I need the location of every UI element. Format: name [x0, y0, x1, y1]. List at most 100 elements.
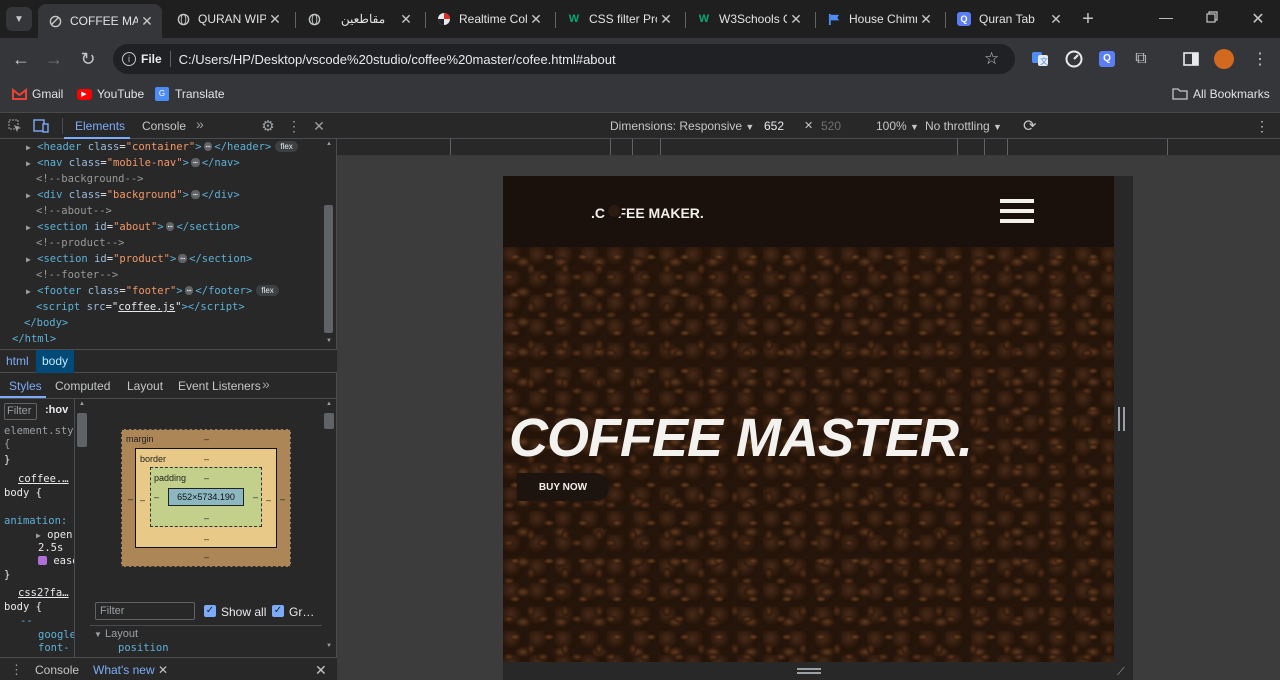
styles-filter-input[interactable]: Filter: [4, 403, 37, 420]
translate-extension-icon[interactable]: 文: [1030, 49, 1050, 69]
inspect-element-icon[interactable]: [7, 118, 23, 134]
tab-w3schools[interactable]: W W3Schools Online ✕: [687, 5, 811, 33]
menu-kebab-icon[interactable]: ⋮: [1250, 49, 1270, 69]
restore-button[interactable]: [1206, 11, 1218, 23]
star-icon[interactable]: ☆: [984, 49, 999, 69]
flex-badge[interactable]: flex: [275, 141, 298, 152]
address-bar[interactable]: i File C:/Users/HP/Desktop/vscode%20stud…: [113, 44, 1015, 74]
box-model-padding[interactable]: padding – – – – 652×5734.190: [150, 467, 262, 527]
close-tab-icon[interactable]: ✕: [1047, 11, 1065, 28]
drawer-tab-whats-new[interactable]: What's new ✕: [93, 663, 168, 677]
show-all-checkbox[interactable]: ✓: [204, 605, 216, 617]
close-icon[interactable]: ✕: [158, 663, 168, 677]
dom-node[interactable]: ▶ <footer class="footer"> ⋯ </footer> flex: [26, 283, 279, 299]
close-tab-icon[interactable]: ✕: [917, 11, 935, 28]
close-devtools-icon[interactable]: ✕: [311, 118, 327, 134]
box-model-margin[interactable]: margin – – – – border – – – – padding – …: [121, 429, 291, 567]
width-input[interactable]: 652: [764, 119, 784, 133]
bookmark-translate[interactable]: G Translate: [154, 87, 225, 101]
settings-gear-icon[interactable]: ⚙: [260, 118, 276, 135]
resize-handle-bottom[interactable]: [797, 668, 821, 674]
close-tab-icon[interactable]: ✕: [138, 13, 156, 30]
tab-quran-wip[interactable]: QURAN WIP ✕: [166, 5, 290, 33]
scroll-thumb[interactable]: [324, 413, 334, 429]
computed-property[interactable]: position: [118, 642, 169, 654]
style-property[interactable]: google: [38, 629, 74, 641]
devtools-menu-icon[interactable]: ⋮: [286, 118, 302, 134]
border-right-value[interactable]: –: [266, 495, 271, 505]
dom-node[interactable]: ▶ <div class="background"> ⋯ </div>: [26, 187, 240, 203]
url-text[interactable]: C:/Users/HP/Desktop/vscode%20studio/coff…: [179, 52, 616, 67]
tab-layout[interactable]: Layout: [127, 379, 163, 393]
drawer-menu-icon[interactable]: ⋮: [10, 662, 23, 678]
tab-elements[interactable]: Elements: [75, 119, 125, 133]
style-property[interactable]: animation:: [4, 515, 67, 527]
style-value[interactable]: 2.5s: [38, 542, 63, 554]
drawer-tab-console[interactable]: Console: [35, 663, 79, 677]
bookmark-gmail[interactable]: Gmail: [11, 87, 63, 101]
extensions-icon[interactable]: ⧉: [1131, 49, 1151, 69]
tab-house-chimney[interactable]: House Chimney ✕: [817, 5, 941, 33]
tab-console[interactable]: Console: [142, 119, 186, 133]
tab-styles[interactable]: Styles: [9, 379, 42, 393]
tab-css-filter[interactable]: W CSS filter Property ✕: [557, 5, 681, 33]
group-checkbox[interactable]: ✓: [272, 605, 284, 617]
more-tabs-icon[interactable]: »: [196, 116, 204, 132]
reload-button[interactable]: ↻: [75, 46, 101, 72]
rotate-icon[interactable]: ⟳: [1023, 116, 1036, 136]
tab-quran-tab[interactable]: Q Quran Tab ✕: [947, 5, 1071, 33]
margin-bottom-value[interactable]: –: [204, 552, 209, 562]
computed-scrollbar[interactable]: ▲ ▼: [322, 399, 336, 657]
tab-coffee-maker[interactable]: COFFEE MAKER ✕: [38, 4, 162, 38]
dom-scrollbar[interactable]: ▲ ▼: [322, 139, 335, 347]
dom-comment[interactable]: <!--footer-->: [36, 267, 118, 283]
resize-handle-right[interactable]: [1118, 407, 1125, 431]
dom-node[interactable]: ▶ <header class="container"> ⋯ </header> fl…: [26, 139, 298, 155]
device-toolbar-icon[interactable]: [33, 118, 49, 134]
throttling-dropdown[interactable]: No throttling ▼: [925, 119, 1002, 133]
style-source-link[interactable]: css2?fa…: [18, 587, 69, 599]
more-tabs-icon[interactable]: »: [262, 376, 270, 392]
dom-comment[interactable]: <!--background-->: [36, 171, 143, 187]
padding-bottom-value[interactable]: –: [204, 513, 209, 523]
close-drawer-icon[interactable]: ✕: [315, 662, 327, 679]
close-tab-icon[interactable]: ✕: [657, 11, 675, 28]
quran-extension-icon[interactable]: Q: [1097, 49, 1117, 69]
tab-boycott[interactable]: مقاطعين ✕: [297, 5, 421, 33]
padding-right-value[interactable]: –: [253, 492, 258, 502]
dimensions-dropdown[interactable]: Dimensions: Responsive ▼: [610, 119, 754, 133]
close-tab-icon[interactable]: ✕: [397, 11, 415, 28]
tab-search-button[interactable]: ▼: [6, 7, 32, 31]
url-scheme-chip[interactable]: File: [141, 52, 162, 66]
tab-realtime-colors[interactable]: Realtime Colors ✕: [427, 5, 551, 33]
minimize-button[interactable]: —: [1156, 9, 1176, 29]
forward-button[interactable]: →: [41, 46, 67, 72]
height-input[interactable]: 520: [821, 119, 841, 133]
crumb-html[interactable]: html: [0, 350, 35, 373]
close-window-button[interactable]: ✕: [1249, 9, 1267, 28]
box-model-content[interactable]: 652×5734.190: [168, 488, 244, 506]
flex-badge[interactable]: flex: [256, 285, 279, 296]
style-property[interactable]: --: [20, 615, 33, 627]
style-property[interactable]: font-: [38, 642, 70, 654]
dom-node[interactable]: <script src="coffee.js"></script>: [36, 299, 245, 315]
speed-extension-icon[interactable]: [1064, 49, 1084, 69]
hamburger-menu-icon[interactable]: [1000, 199, 1034, 226]
media-query-ruler[interactable]: [337, 139, 1280, 156]
dom-node[interactable]: </body>: [24, 315, 68, 331]
crumb-body[interactable]: body: [36, 350, 75, 373]
border-top-value[interactable]: –: [204, 454, 209, 464]
bookmark-youtube[interactable]: ▶ YouTube: [76, 87, 144, 101]
side-panel-icon[interactable]: [1181, 49, 1201, 69]
dom-comment[interactable]: <!--about-->: [36, 203, 112, 219]
margin-left-value[interactable]: –: [128, 494, 133, 504]
tab-event-listeners[interactable]: Event Listeners: [178, 379, 261, 393]
info-icon[interactable]: i: [122, 52, 136, 66]
device-menu-icon[interactable]: ⋮: [1255, 118, 1269, 135]
style-value[interactable]: ease: [38, 555, 74, 567]
border-left-value[interactable]: –: [140, 495, 145, 505]
new-tab-button[interactable]: +: [1076, 8, 1100, 30]
back-button[interactable]: ←: [8, 46, 34, 72]
padding-top-value[interactable]: –: [204, 473, 209, 483]
resize-handle-corner[interactable]: ⟋: [1117, 666, 1125, 679]
